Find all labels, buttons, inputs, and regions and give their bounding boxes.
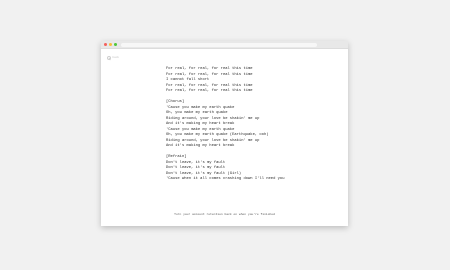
address-bar[interactable]: [121, 42, 317, 47]
lyric-line: 'Cause when it all comes crashing down I…: [166, 177, 285, 181]
close-window-icon[interactable]: [104, 43, 107, 46]
title-bar: [101, 41, 348, 49]
minimize-window-icon[interactable]: [109, 43, 112, 46]
maximize-window-icon[interactable]: [114, 43, 117, 46]
footer-note: Turn your account retention back on when…: [174, 213, 275, 216]
lyrics-text: For real, for real, for real this time Fo…: [166, 67, 284, 183]
back-button[interactable]: back: [107, 55, 119, 60]
back-arrow-icon: [107, 55, 111, 60]
lyric-line: Oh, you make my earth quake (Earthquake,…: [166, 133, 269, 137]
browser-window: back For real, for real, for real this t…: [101, 41, 348, 226]
back-label: back: [112, 55, 119, 59]
